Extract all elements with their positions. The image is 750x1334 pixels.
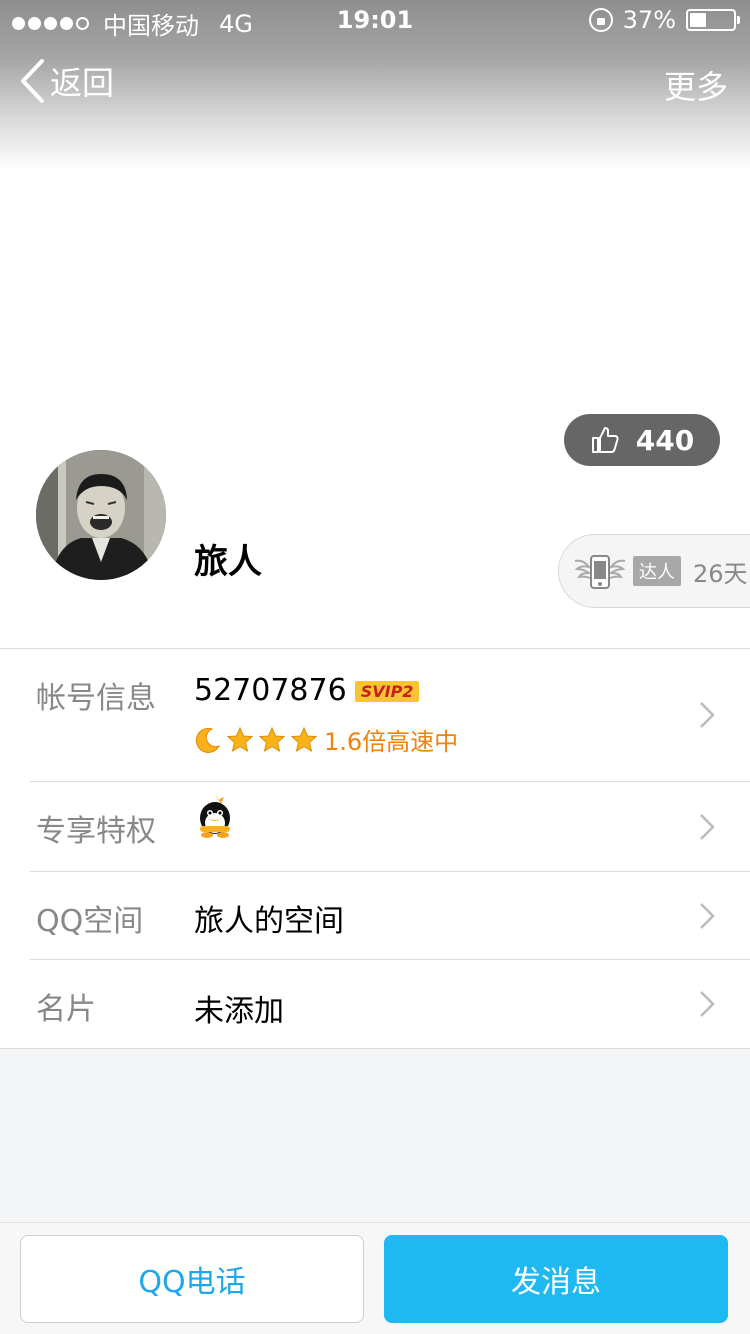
- name-card-label: 名片: [36, 992, 96, 1027]
- qzone-label: QQ空间: [36, 904, 144, 939]
- qq-level-line: 1.6倍高速中: [194, 722, 458, 757]
- status-right: 37%: [588, 6, 740, 34]
- like-count: 440: [635, 423, 695, 457]
- thumbs-up-icon: [591, 427, 619, 453]
- chevron-right-icon: [700, 991, 715, 1017]
- bottom-action-bar: QQ电话 发消息: [0, 1222, 750, 1334]
- qq-penguin-icon: [200, 794, 230, 838]
- avatar[interactable]: [36, 450, 166, 580]
- qq-number-line: 52707876 SVIP2: [194, 673, 420, 708]
- rotation-lock-icon: [588, 8, 613, 32]
- more-button[interactable]: 更多: [664, 62, 728, 108]
- privilege-row[interactable]: 专享特权: [0, 782, 750, 871]
- svip-badge: SVIP2: [354, 681, 420, 702]
- chevron-right-icon: [700, 903, 715, 929]
- qq-number: 52707876: [194, 673, 347, 708]
- speed-status: 1.6倍高速中: [324, 728, 459, 756]
- battery-icon: [686, 9, 740, 31]
- winged-phone-icon: [574, 555, 626, 589]
- privilege-label: 专享特权: [36, 814, 156, 849]
- talent-badge[interactable]: 达人 26天: [558, 534, 750, 608]
- status-bar: 中国移动 4G 19:01 37%: [0, 0, 750, 40]
- account-info-row[interactable]: 帐号信息 52707876 SVIP2: [0, 649, 750, 781]
- empty-area: [0, 1048, 750, 1222]
- name-card-row[interactable]: 名片 未添加: [0, 960, 750, 1047]
- back-label: 返回: [50, 64, 115, 102]
- chevron-right-icon: [700, 814, 715, 840]
- star-icon: [258, 726, 286, 752]
- star-icon: [226, 726, 254, 752]
- avatar-photo: [36, 450, 166, 580]
- account-info-label: 帐号信息: [36, 681, 156, 716]
- chevron-right-icon: [700, 702, 715, 728]
- back-button[interactable]: 返回: [18, 58, 114, 104]
- nickname: 旅人: [194, 542, 262, 582]
- battery-percent: 37%: [622, 6, 676, 34]
- talent-days: 26天: [693, 559, 748, 588]
- qzone-value: 旅人的空间: [194, 904, 344, 939]
- chevron-left-icon: [21, 59, 44, 103]
- qzone-row[interactable]: QQ空间 旅人的空间: [0, 872, 750, 959]
- moon-icon: [195, 727, 221, 753]
- name-card-value: 未添加: [194, 994, 284, 1029]
- send-message-button[interactable]: 发消息: [384, 1235, 728, 1323]
- battery-fill: [690, 13, 706, 27]
- star-icon: [290, 726, 318, 752]
- talent-tag: 达人: [633, 556, 681, 586]
- like-button[interactable]: 440: [564, 414, 720, 466]
- qq-call-button[interactable]: QQ电话: [20, 1235, 364, 1323]
